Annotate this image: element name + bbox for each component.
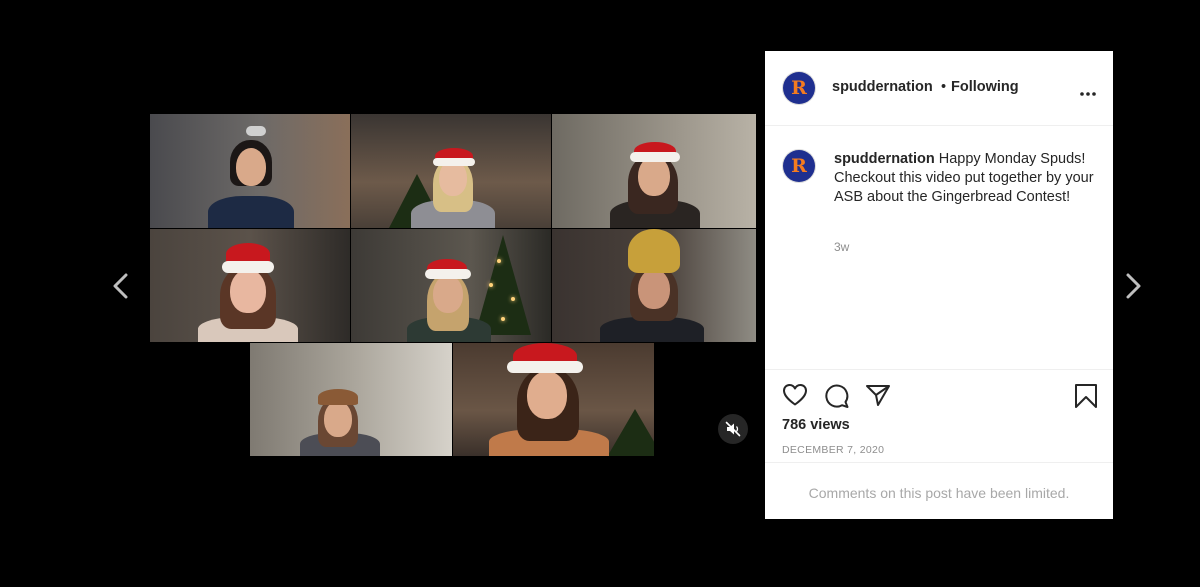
- separator-dot: •: [941, 79, 947, 95]
- following-button[interactable]: Following: [951, 79, 1019, 95]
- more-options-button[interactable]: [1079, 84, 1097, 96]
- next-post-button[interactable]: [1124, 272, 1144, 300]
- mute-toggle-button[interactable]: [718, 414, 748, 444]
- post-date: DECEMBER 7, 2020: [782, 444, 885, 456]
- view-count[interactable]: 786 views: [782, 417, 850, 433]
- paper-plane-icon: [866, 385, 890, 406]
- post-caption: spuddernation Happy Monday Spuds! Checko…: [834, 150, 1102, 207]
- avatar[interactable]: R: [783, 72, 815, 104]
- comment-button[interactable]: [824, 383, 850, 414]
- video-tile: [351, 114, 551, 228]
- caption-avatar[interactable]: R: [783, 150, 815, 182]
- video-tile: [453, 343, 654, 456]
- video-tile: [150, 229, 350, 342]
- chevron-right-icon: [1126, 273, 1141, 299]
- save-button[interactable]: [1074, 383, 1098, 414]
- heart-icon: [783, 384, 807, 406]
- post-details-panel: R spuddernation • Following R spuddernat…: [765, 51, 1113, 519]
- bookmark-icon: [1075, 384, 1097, 408]
- share-button[interactable]: [865, 383, 891, 412]
- video-tile: [250, 343, 452, 456]
- caption-username[interactable]: spuddernation: [834, 151, 935, 167]
- comment-icon: [825, 384, 849, 408]
- post-header: R spuddernation • Following: [765, 51, 1113, 126]
- like-button[interactable]: [782, 383, 808, 412]
- comments-limited-notice: Comments on this post have been limited.: [808, 485, 1070, 501]
- chevron-left-icon: [113, 273, 128, 299]
- comments-section: Comments on this post have been limited.: [765, 462, 1113, 520]
- username-link[interactable]: spuddernation: [832, 79, 933, 95]
- video-tile: [150, 114, 350, 228]
- speaker-muted-icon: [725, 421, 741, 437]
- more-horizontal-icon: [1080, 92, 1096, 96]
- action-bar-divider: [765, 369, 1113, 371]
- video-tile: [351, 229, 551, 342]
- video-tile: [552, 229, 756, 342]
- post-video[interactable]: [150, 114, 756, 456]
- video-tile: [552, 114, 756, 228]
- previous-post-button[interactable]: [110, 272, 130, 300]
- caption-timestamp[interactable]: 3w: [834, 240, 849, 254]
